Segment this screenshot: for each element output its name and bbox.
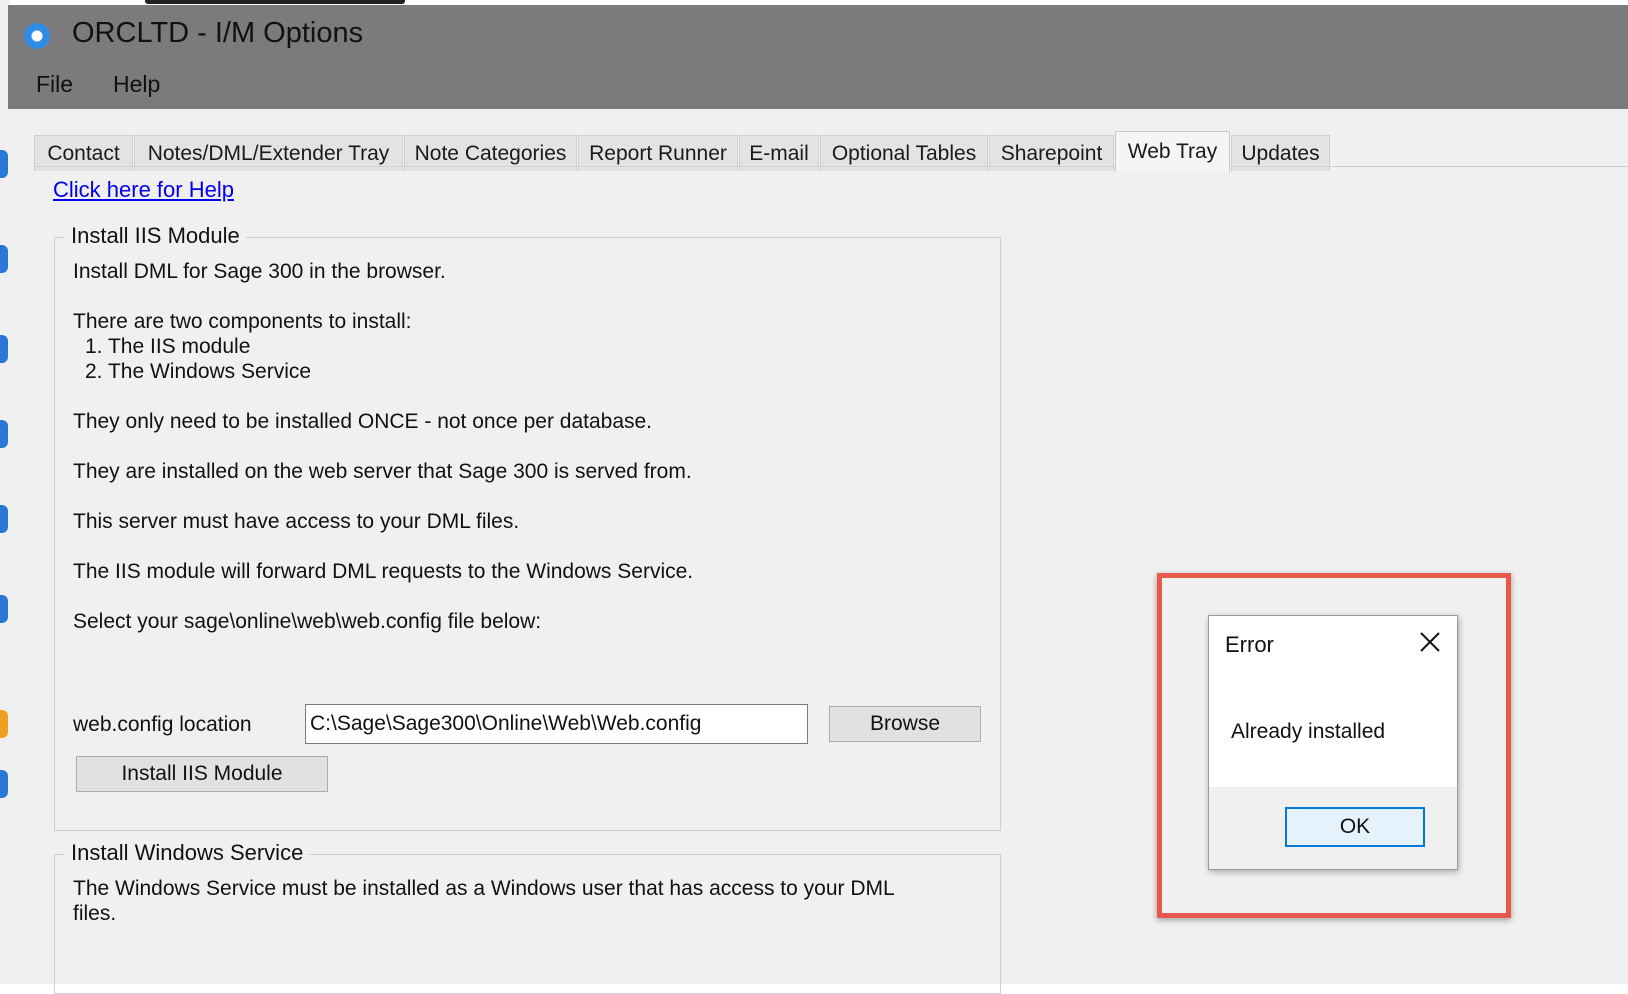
group-title: Install Windows Service [65,840,310,866]
background-icon [0,335,8,363]
window-title: ORCLTD - I/M Options [72,17,364,49]
background-icon [0,770,8,798]
tab-strip: Contact Notes/DML/Extender Tray Note Cat… [8,109,1628,172]
group-title: Install IIS Module [65,223,246,249]
dialog-message: Already installed [1231,720,1386,743]
description-line: There are two components to install: [73,310,412,333]
app-icon [24,23,50,49]
install-windows-service-group: Install Windows Service The Windows Serv… [54,840,1001,994]
install-iis-module-button[interactable]: Install IIS Module [76,756,328,792]
web-config-input[interactable] [305,704,808,744]
background-icon [0,245,8,273]
tab-divider [34,166,1628,167]
browse-button[interactable]: Browse [829,706,981,742]
background-icon [0,420,8,448]
description-line: The Windows Service must be installed as… [73,877,895,900]
menu-help[interactable]: Help [113,71,160,98]
error-dialog: Error Already installed OK [1208,615,1458,870]
dialog-title: Error [1225,632,1274,657]
menu-bar: File Help [8,65,1628,110]
help-link[interactable]: Click here for Help [53,177,234,203]
dialog-footer: OK [1209,787,1457,869]
description-line: 1. The IIS module [85,335,251,358]
background-icon [0,505,8,533]
menu-file[interactable]: File [36,71,73,98]
description-line: They are installed on the web server tha… [73,460,692,483]
description-line: The IIS module will forward DML requests… [73,560,694,583]
background-icon [0,710,8,738]
description-line: 2. The Windows Service [85,360,312,383]
background-icon [0,595,8,623]
description-line: This server must have access to your DML… [73,510,520,533]
tab-web-tray[interactable]: Web Tray [1115,131,1230,172]
description-line: files. [73,902,117,925]
web-config-label: web.config location [73,713,252,736]
background-icon [0,150,8,178]
close-icon[interactable] [1417,629,1443,655]
install-iis-module-group: Install IIS Module Install DML for Sage … [54,223,1001,831]
description-line: Select your sage\online\web\web.config f… [73,610,542,633]
description-line: Install DML for Sage 300 in the browser. [73,260,446,283]
description-line: They only need to be installed ONCE - no… [73,410,653,433]
ok-button[interactable]: OK [1285,807,1425,847]
title-bar[interactable]: ORCLTD - I/M Options [8,5,1628,65]
